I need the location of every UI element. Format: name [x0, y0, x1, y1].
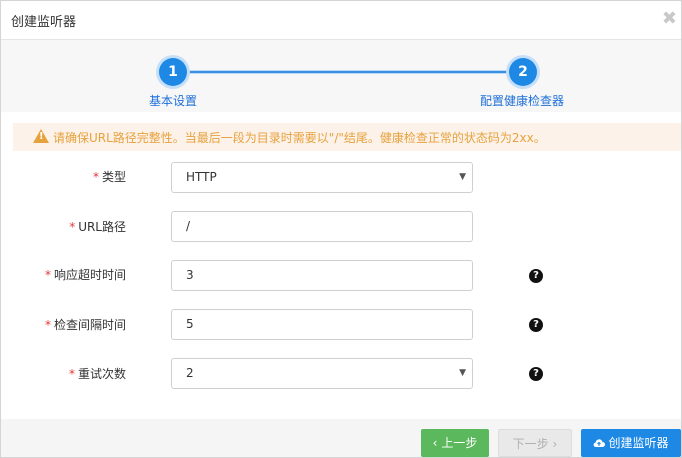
step-progress [172, 71, 524, 73]
warning-icon: ! [33, 129, 49, 143]
step-2-circle: 2 [509, 58, 537, 86]
step-2-label: 配置健康检查器 [480, 94, 565, 108]
chevron-down-icon: ▼ [459, 368, 466, 378]
required-mark: * [44, 318, 51, 332]
step-1-label: 基本设置 [149, 94, 198, 108]
type-label: * 类型 [92, 170, 126, 184]
previous-step-button[interactable]: ‹ 上一步 [421, 429, 489, 457]
chevron-down-icon: ▼ [459, 172, 466, 182]
interval-help-icon[interactable]: ? [529, 318, 543, 332]
create-listener-dialog: 创建监听器 ✖ 1 2 基本设置 配置健康检查器 ! 请确保URL路径完整性。当… [0, 0, 682, 458]
required-mark: * [92, 170, 99, 184]
url-path-input[interactable]: / [171, 211, 473, 242]
retries-select-value: 2 [186, 366, 194, 380]
close-icon[interactable]: ✖ [662, 10, 677, 28]
type-select[interactable]: HTTP ▼ [171, 162, 473, 193]
required-mark: * [44, 268, 51, 282]
url-path-label: * URL路径 [69, 220, 126, 234]
create-listener-button[interactable]: 创建监听器 [581, 429, 681, 457]
dialog-header: 创建监听器 ✖ [1, 1, 681, 40]
chevron-left-icon: ‹ [432, 436, 438, 450]
chevron-right-icon: › [552, 437, 558, 451]
required-mark: * [69, 220, 76, 234]
timeout-input[interactable]: 3 [171, 260, 473, 291]
dialog-title: 创建监听器 [11, 15, 77, 30]
dialog-footer: ‹ 上一步 下一步 › 创建监听器 [1, 419, 681, 457]
step-wizard: 1 2 基本设置 配置健康检查器 [1, 40, 681, 112]
next-step-button[interactable]: 下一步 › [498, 429, 572, 457]
timeout-label: * 响应超时时间 [44, 268, 126, 282]
retries-help-icon[interactable]: ? [529, 367, 543, 381]
retries-label: * 重试次数 [68, 367, 126, 381]
warning-alert: ! 请确保URL路径完整性。当最后一段为目录时需要以"/"结尾。健康检查正常的状… [13, 123, 681, 151]
type-select-value: HTTP [186, 170, 217, 184]
retries-select[interactable]: 2 ▼ [171, 358, 473, 389]
interval-input[interactable]: 5 [171, 309, 473, 340]
cloud-upload-icon [594, 439, 606, 448]
warning-text: 请确保URL路径完整性。当最后一段为目录时需要以"/"结尾。健康检查正常的状态码… [53, 131, 546, 145]
timeout-help-icon[interactable]: ? [529, 269, 543, 283]
interval-label: * 检查间隔时间 [44, 318, 126, 332]
step-1-circle: 1 [159, 58, 187, 86]
required-mark: * [68, 367, 75, 381]
